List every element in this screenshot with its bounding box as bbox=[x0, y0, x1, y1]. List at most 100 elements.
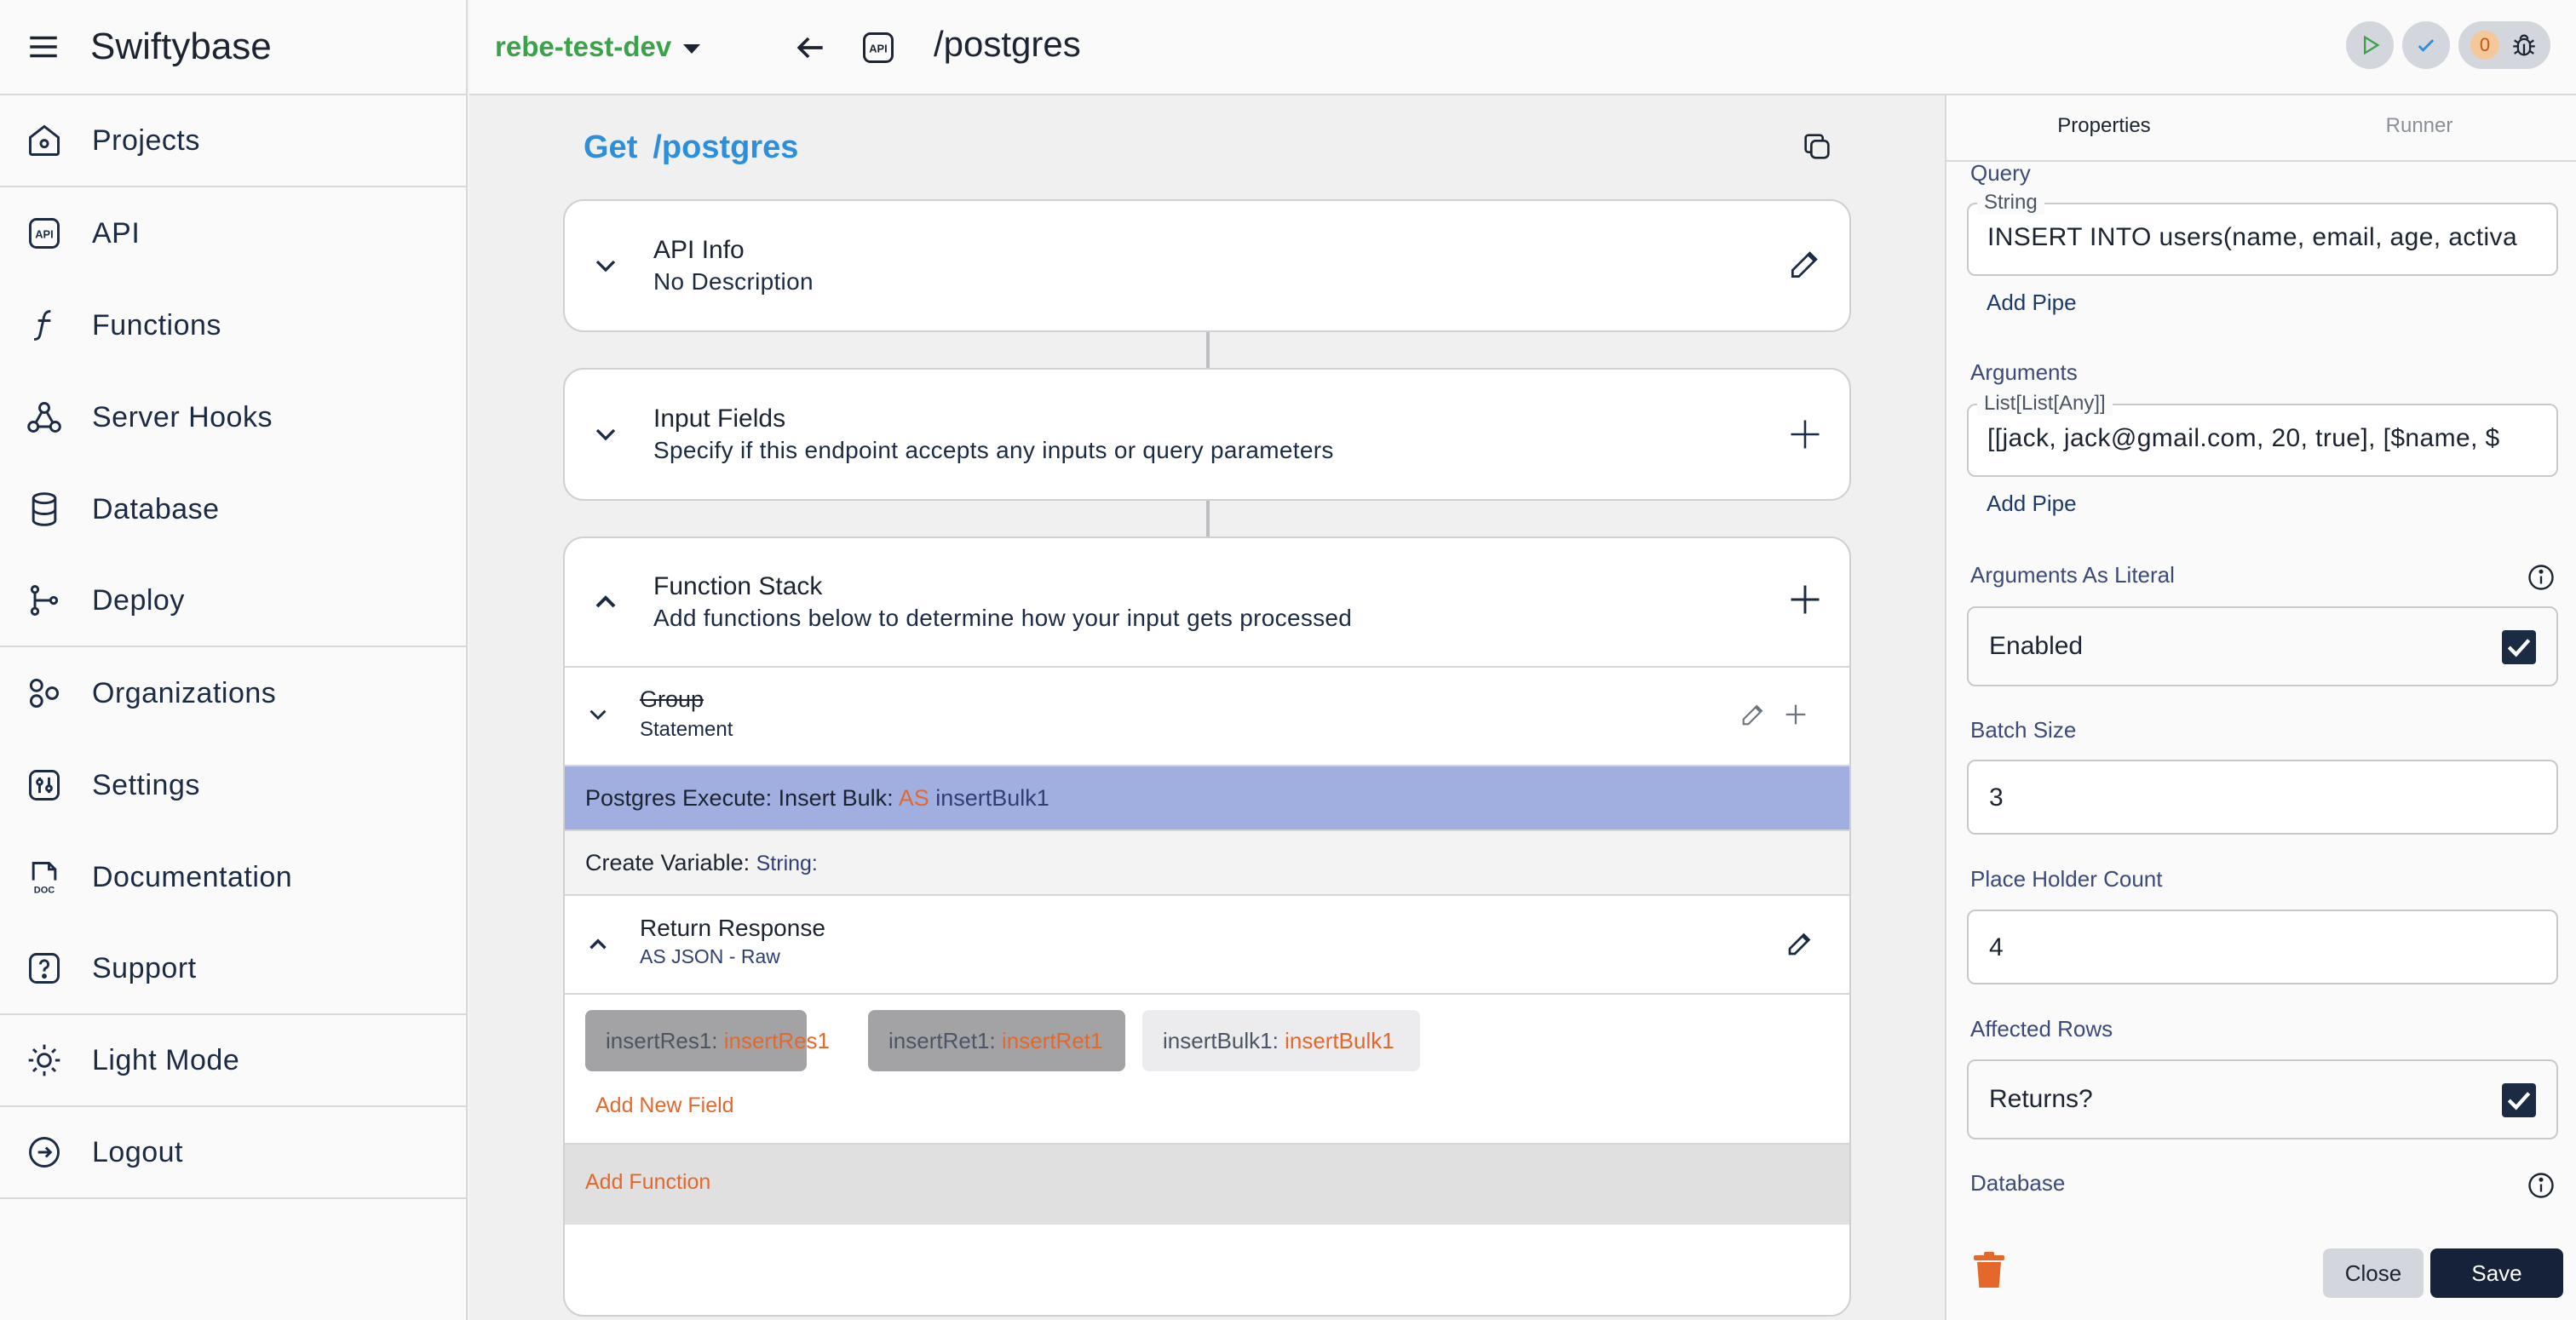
add-new-field-link[interactable]: Add New Field bbox=[595, 1093, 734, 1118]
back-arrow-icon[interactable] bbox=[791, 29, 829, 66]
sidebar-item-label: Support bbox=[92, 951, 197, 984]
input-fields-header[interactable]: Input Fields Specify if this endpoint ac… bbox=[565, 370, 1849, 499]
database-icon bbox=[32, 492, 57, 526]
save-button[interactable]: Save bbox=[2430, 1248, 2563, 1298]
sidebar-item-label: Server Hooks bbox=[92, 400, 273, 433]
sidebar-item-settings[interactable]: Settings bbox=[0, 739, 466, 831]
chevron-up-icon[interactable] bbox=[589, 585, 623, 619]
sidebar-item-label: API bbox=[92, 216, 141, 250]
sidebar-item-logout[interactable]: Logout bbox=[0, 1107, 466, 1199]
info-icon[interactable] bbox=[2526, 1170, 2556, 1201]
arguments-value: [[jack, jack@gmail.com, 20, true], [$nam… bbox=[1987, 424, 2500, 452]
output-variable: insertBulk1 bbox=[935, 785, 1049, 811]
check-icon bbox=[2507, 1092, 2531, 1111]
function-stack-header[interactable]: Function Stack Add functions below to de… bbox=[565, 538, 1849, 666]
plus-icon[interactable] bbox=[1781, 700, 1810, 729]
sun-icon bbox=[28, 1044, 60, 1076]
function-label: Create Variable: bbox=[585, 850, 750, 875]
group-statement-row[interactable]: Group Statement bbox=[565, 666, 1849, 765]
card-subtitle: No Description bbox=[653, 268, 814, 295]
endpoint-heading: Get/postgres bbox=[584, 129, 798, 166]
placeholder-count-input[interactable]: 4 bbox=[1967, 910, 2558, 984]
add-pipe-button[interactable]: Add Pipe bbox=[1987, 290, 2077, 316]
as-keyword: AS bbox=[898, 785, 929, 811]
response-field-chip[interactable]: insertRes1: insertRes1 bbox=[585, 1010, 830, 1071]
query-field[interactable]: INSERT INTO users(name, email, age, acti… bbox=[1967, 203, 2558, 276]
sidebar-item-deploy[interactable]: Deploy bbox=[0, 555, 466, 647]
add-function-plus-icon[interactable] bbox=[1786, 581, 1824, 618]
arguments-literal-toggle[interactable]: Enabled bbox=[1967, 606, 2558, 686]
settings-icon bbox=[29, 770, 60, 801]
batch-size-input[interactable]: 3 bbox=[1967, 760, 2558, 835]
sidebar-item-projects[interactable]: Projects bbox=[0, 95, 466, 187]
workspace-selector[interactable]: rebe-test-dev bbox=[495, 31, 701, 63]
run-button[interactable] bbox=[2346, 21, 2394, 69]
add-function-row: Add Function bbox=[565, 1143, 1849, 1225]
tab-runner[interactable]: Runner bbox=[2262, 114, 2576, 138]
sidebar-item-api[interactable]: API API bbox=[0, 187, 466, 279]
create-variable-row[interactable]: Create Variable: String: bbox=[565, 829, 1849, 894]
affected-rows-toggle[interactable]: Returns? bbox=[1967, 1059, 2558, 1139]
close-button[interactable]: Close bbox=[2323, 1248, 2424, 1298]
debug-button[interactable]: 0 bbox=[2458, 21, 2550, 69]
returns-checkbox[interactable] bbox=[2502, 1083, 2536, 1117]
sidebar-item-server-hooks[interactable]: Server Hooks bbox=[0, 371, 466, 463]
edit-pencil-icon[interactable] bbox=[1739, 700, 1768, 729]
play-icon bbox=[2364, 35, 2380, 55]
toggle-label: Returns? bbox=[1989, 1085, 2093, 1113]
postgres-execute-row[interactable]: Postgres Execute: Insert Bulk: AS insert… bbox=[565, 765, 1849, 829]
function-label: Postgres Execute: Insert Bulk: bbox=[585, 785, 894, 811]
response-field-chip[interactable]: insertBulk1: insertBulk1 bbox=[1142, 1010, 1420, 1071]
field-value: insertRes1 bbox=[723, 1027, 831, 1053]
return-response-title: Return Response bbox=[640, 915, 825, 941]
chevron-down-icon[interactable] bbox=[584, 700, 612, 729]
group-title: Group bbox=[640, 686, 704, 712]
logout-icon bbox=[29, 1137, 60, 1168]
page-title: /postgres bbox=[934, 24, 1081, 64]
query-value: INSERT INTO users(name, email, age, acti… bbox=[1987, 223, 2518, 251]
chevron-up-icon[interactable] bbox=[584, 930, 612, 959]
copy-icon[interactable] bbox=[1800, 129, 1834, 164]
chevron-down-icon[interactable] bbox=[589, 249, 623, 283]
info-icon[interactable] bbox=[2526, 562, 2556, 593]
card-connector bbox=[1206, 501, 1210, 537]
add-function-link[interactable]: Add Function bbox=[585, 1170, 710, 1195]
field-key: insertBulk1: bbox=[1163, 1027, 1279, 1053]
hamburger-menu-icon[interactable] bbox=[26, 29, 61, 65]
sidebar-item-label: Projects bbox=[92, 123, 200, 157]
card-subtitle: Specify if this endpoint accepts any inp… bbox=[653, 437, 1334, 463]
enabled-checkbox[interactable] bbox=[2502, 630, 2536, 664]
app-title: Swiftybase bbox=[90, 26, 272, 67]
organizations-icon bbox=[29, 678, 60, 709]
trash-icon[interactable] bbox=[1972, 1252, 2006, 1289]
endpoint-path: /postgres bbox=[653, 129, 799, 165]
sidebar-item-documentation[interactable]: DOC Documentation bbox=[0, 831, 466, 923]
response-field-chip[interactable]: insertRet1: insertRet1 bbox=[868, 1010, 1125, 1071]
tab-properties[interactable]: Properties bbox=[1946, 114, 2262, 138]
sidebar-item-support[interactable]: Support bbox=[0, 923, 466, 1015]
card-subtitle: Add functions below to determine how you… bbox=[653, 605, 1353, 631]
sidebar-item-light-mode[interactable]: Light Mode bbox=[0, 1015, 466, 1107]
plus-icon[interactable] bbox=[1786, 416, 1824, 453]
chevron-down-icon[interactable] bbox=[589, 417, 623, 451]
check-icon bbox=[2418, 39, 2435, 52]
toggle-label: Enabled bbox=[1989, 632, 2084, 660]
edit-pencil-icon[interactable] bbox=[1786, 245, 1824, 283]
svg-text:DOC: DOC bbox=[34, 885, 55, 895]
main-content: Get/postgres API Info No Description Inp… bbox=[469, 95, 1945, 1320]
sidebar-item-label: Light Mode bbox=[92, 1043, 240, 1076]
input-fields-card: Input Fields Specify if this endpoint ac… bbox=[563, 368, 1851, 501]
sidebar-item-organizations[interactable]: Organizations bbox=[0, 647, 466, 739]
sidebar-item-label: Functions bbox=[92, 308, 221, 341]
return-response-row[interactable]: Return Response AS JSON - Raw bbox=[565, 894, 1849, 993]
query-type-label: String bbox=[1977, 191, 2044, 215]
top-bar: rebe-test-dev API /postgres 0 bbox=[469, 0, 2576, 95]
sidebar-item-functions[interactable]: Functions bbox=[0, 279, 466, 371]
variable-type: String: bbox=[756, 852, 818, 875]
edit-pencil-icon[interactable] bbox=[1785, 928, 1815, 959]
arguments-label: Arguments bbox=[1970, 359, 2078, 385]
add-pipe-button[interactable]: Add Pipe bbox=[1987, 491, 2077, 517]
api-info-header[interactable]: API Info No Description bbox=[565, 201, 1849, 330]
sidebar-item-database[interactable]: Database bbox=[0, 463, 466, 555]
validate-button[interactable] bbox=[2402, 21, 2450, 69]
